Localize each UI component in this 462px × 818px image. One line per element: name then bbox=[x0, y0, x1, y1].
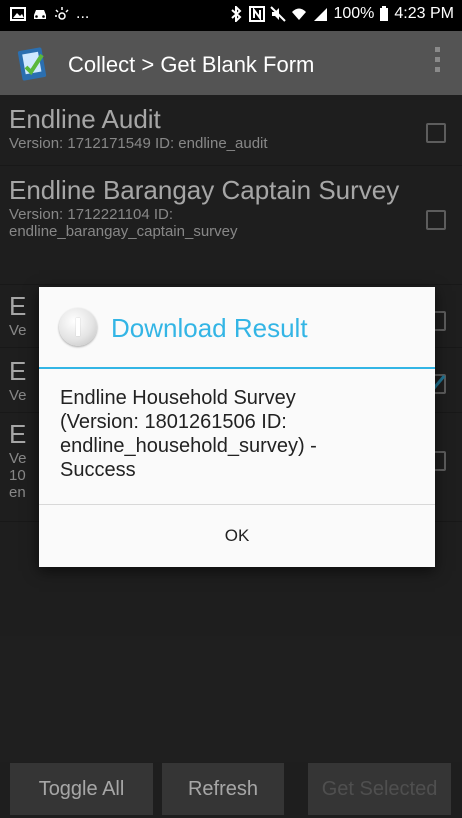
mute-icon bbox=[270, 6, 287, 22]
status-right: 100% 4:23 PM bbox=[228, 5, 454, 23]
car-icon bbox=[34, 10, 46, 19]
action-bar: Collect > Get Blank Form bbox=[0, 31, 462, 95]
nfc-icon bbox=[249, 6, 266, 22]
bluetooth-icon bbox=[231, 6, 242, 22]
page-title: Collect > Get Blank Form bbox=[68, 52, 315, 77]
dialog-title: Download Result bbox=[111, 313, 308, 343]
dialog-title-divider bbox=[39, 367, 435, 369]
status-dots: ... bbox=[76, 5, 90, 22]
battery-icon bbox=[380, 6, 389, 21]
wifi-icon bbox=[292, 8, 307, 20]
ok-button[interactable]: OK bbox=[39, 505, 435, 567]
overflow-dot bbox=[434, 47, 440, 52]
overflow-dot bbox=[434, 57, 440, 62]
collect-app-icon bbox=[17, 47, 47, 81]
overflow-menu-button[interactable] bbox=[432, 47, 442, 79]
status-left: ... bbox=[10, 6, 89, 22]
status-bar: ... 100% 4:23 PM bbox=[0, 0, 462, 31]
dialog-header: Download Result bbox=[39, 287, 435, 369]
overflow-dot bbox=[434, 67, 440, 72]
info-icon bbox=[59, 308, 97, 346]
dialog-message: Endline Household Survey (Version: 18012… bbox=[60, 387, 317, 481]
clock: 4:23 PM bbox=[394, 5, 454, 22]
battery-percent: 100% bbox=[333, 5, 375, 22]
image-icon bbox=[10, 7, 26, 21]
signal-icon bbox=[314, 8, 328, 21]
download-result-dialog: Download Result Endline Household Survey… bbox=[39, 287, 435, 567]
beam-icon bbox=[55, 7, 69, 20]
